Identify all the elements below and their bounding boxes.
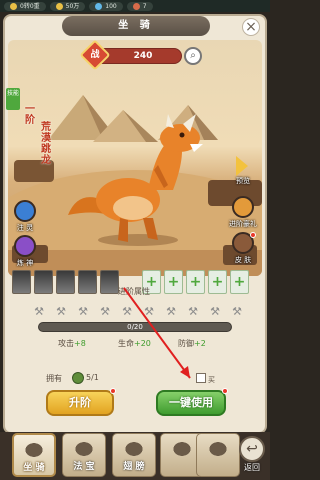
advance-button[interactable]: 升阶: [46, 390, 114, 416]
back-icon: ↩: [239, 436, 265, 462]
one-click-use-button[interactable]: 一键使用: [156, 390, 226, 416]
stat-attack: 攻击+8: [58, 339, 86, 348]
tab-mount[interactable]: 坐 骑: [12, 433, 56, 477]
extra-icon: [132, 2, 140, 10]
axe-icon: ⚒: [78, 305, 88, 318]
item5-icon: [203, 437, 233, 461]
skill-tag: 技能: [6, 88, 20, 110]
add-slot-4[interactable]: +: [208, 270, 227, 294]
add-slot-5[interactable]: +: [230, 270, 249, 294]
advance-gift-button[interactable]: 进阶豪礼: [226, 196, 260, 229]
status-bar: 0转0重 50万 100 7: [0, 0, 270, 12]
gem-icon: [95, 2, 103, 10]
owned-count: 5/1: [86, 373, 99, 382]
status-item-level: 0转0重: [4, 1, 46, 11]
skill-slot-1[interactable]: [12, 270, 31, 294]
level-icon: [10, 2, 17, 10]
mount-name: 荒漠跳龙: [41, 122, 51, 166]
search-button[interactable]: ⌕: [184, 47, 202, 65]
skin-red-dot: [250, 232, 256, 238]
refine-button[interactable]: 炼 神: [10, 235, 40, 268]
advance-red-dot: [110, 388, 116, 394]
axe-icon: ⚒: [210, 305, 220, 318]
owned-label: 拥有: [46, 374, 62, 383]
auto-buy-label: 买: [208, 376, 215, 384]
material-icon: [72, 372, 84, 384]
axe-icon: ⚒: [100, 305, 110, 318]
close-button[interactable]: ×: [242, 18, 260, 36]
spirit-icon: [14, 200, 36, 222]
status-item-gems: 100: [89, 1, 123, 11]
skill-slot-2[interactable]: [34, 270, 53, 294]
mount-icon: [19, 438, 49, 462]
status-item-currency: 50万: [49, 1, 86, 11]
axe-icon: ⚒: [34, 305, 44, 318]
preview-button[interactable]: 预览: [228, 176, 258, 186]
status-item-extra: 7: [126, 1, 153, 11]
spirit-button[interactable]: 注 灵: [10, 200, 40, 233]
axe-icon: ⚒: [56, 305, 66, 318]
gift-icon: [232, 196, 254, 218]
treasure-icon: [69, 437, 99, 461]
wings-icon: [119, 437, 149, 461]
power-value: 240: [133, 51, 153, 61]
skill-slot-3[interactable]: [56, 270, 75, 294]
mount-rank: 一阶: [25, 104, 35, 126]
tab-item5[interactable]: [196, 433, 240, 477]
item4-icon: [167, 437, 197, 461]
refine-icon: [14, 235, 36, 257]
panel-title: 坐 骑: [62, 16, 210, 36]
axe-icon: ⚒: [232, 305, 242, 318]
coin-icon: [55, 2, 63, 10]
tab-wings[interactable]: 翅 膀: [112, 433, 156, 477]
tutorial-pointer: [123, 287, 191, 379]
next-arrow-icon[interactable]: [236, 156, 248, 176]
use-red-dot: [222, 388, 228, 394]
back-button[interactable]: ↩ 返回: [236, 436, 268, 476]
tab-treasure[interactable]: 法 宝: [62, 433, 106, 477]
